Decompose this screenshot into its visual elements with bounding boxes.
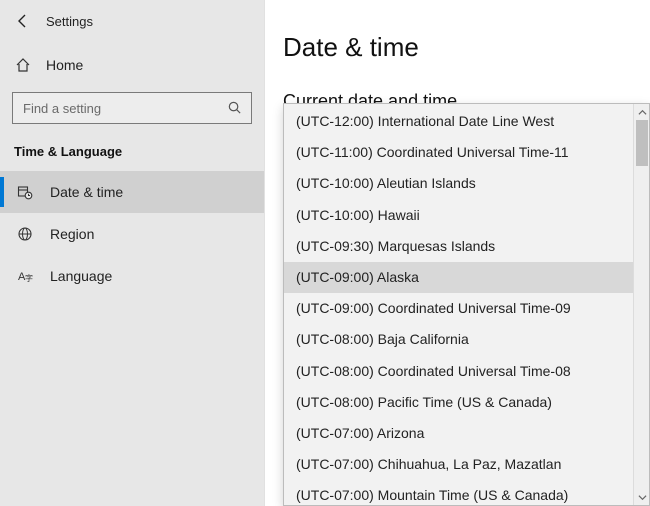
a-letter-icon: A字 bbox=[16, 267, 34, 285]
home-icon bbox=[14, 56, 32, 74]
timezone-option[interactable]: (UTC-07:00) Mountain Time (US & Canada) bbox=[284, 480, 633, 505]
timezone-option[interactable]: (UTC-07:00) Chihuahua, La Paz, Mazatlan bbox=[284, 449, 633, 480]
timezone-dropdown[interactable]: (UTC-12:00) International Date Line West… bbox=[283, 103, 650, 506]
scroll-up-button[interactable] bbox=[634, 104, 650, 120]
nav-item-region[interactable]: Region bbox=[0, 213, 264, 255]
scroll-down-button[interactable] bbox=[634, 489, 650, 505]
nav-item-label: Region bbox=[50, 226, 94, 242]
sidebar-nav: Date & time Region A字 Language bbox=[0, 171, 264, 297]
timezone-option[interactable]: (UTC-09:30) Marquesas Islands bbox=[284, 231, 633, 262]
page-title: Date & time bbox=[283, 32, 650, 63]
timezone-list: (UTC-12:00) International Date Line West… bbox=[284, 104, 633, 505]
nav-item-date-time[interactable]: Date & time bbox=[0, 171, 264, 213]
globe-icon bbox=[16, 225, 34, 243]
svg-text:字: 字 bbox=[25, 273, 33, 283]
scrollbar-thumb[interactable] bbox=[636, 120, 648, 166]
sidebar-section-title: Time & Language bbox=[0, 138, 264, 171]
search-input[interactable] bbox=[23, 101, 227, 116]
window-title: Settings bbox=[46, 14, 93, 29]
timezone-option[interactable]: (UTC-09:00) Coordinated Universal Time-0… bbox=[284, 293, 633, 324]
calendar-clock-icon bbox=[16, 183, 34, 201]
sidebar-header: Settings bbox=[0, 12, 264, 48]
nav-item-label: Date & time bbox=[50, 184, 123, 200]
timezone-option[interactable]: (UTC-09:00) Alaska bbox=[284, 262, 633, 293]
search-icon bbox=[227, 100, 243, 116]
timezone-option[interactable]: (UTC-10:00) Hawaii bbox=[284, 200, 633, 231]
timezone-option[interactable]: (UTC-08:00) Pacific Time (US & Canada) bbox=[284, 387, 633, 418]
arrow-left-icon bbox=[15, 13, 31, 29]
timezone-option[interactable]: (UTC-10:00) Aleutian Islands bbox=[284, 168, 633, 199]
sidebar-home-label: Home bbox=[46, 57, 83, 73]
timezone-option[interactable]: (UTC-08:00) Baja California bbox=[284, 324, 633, 355]
sidebar-home[interactable]: Home bbox=[0, 48, 264, 82]
nav-item-label: Language bbox=[50, 268, 112, 284]
sidebar: Settings Home Time & Language Date & tim… bbox=[0, 0, 265, 506]
timezone-option[interactable]: (UTC-11:00) Coordinated Universal Time-1… bbox=[284, 137, 633, 168]
content-area: Date & time Current date and time (UTC-1… bbox=[265, 0, 650, 506]
chevron-up-icon bbox=[638, 108, 647, 117]
scrollbar[interactable] bbox=[633, 104, 649, 505]
timezone-option[interactable]: (UTC-08:00) Coordinated Universal Time-0… bbox=[284, 356, 633, 387]
chevron-down-icon bbox=[638, 493, 647, 502]
settings-window: Settings Home Time & Language Date & tim… bbox=[0, 0, 650, 506]
search-container bbox=[0, 88, 264, 138]
back-button[interactable] bbox=[14, 12, 32, 30]
timezone-option[interactable]: (UTC-12:00) International Date Line West bbox=[284, 106, 633, 137]
nav-item-language[interactable]: A字 Language bbox=[0, 255, 264, 297]
search-box[interactable] bbox=[12, 92, 252, 124]
timezone-option[interactable]: (UTC-07:00) Arizona bbox=[284, 418, 633, 449]
